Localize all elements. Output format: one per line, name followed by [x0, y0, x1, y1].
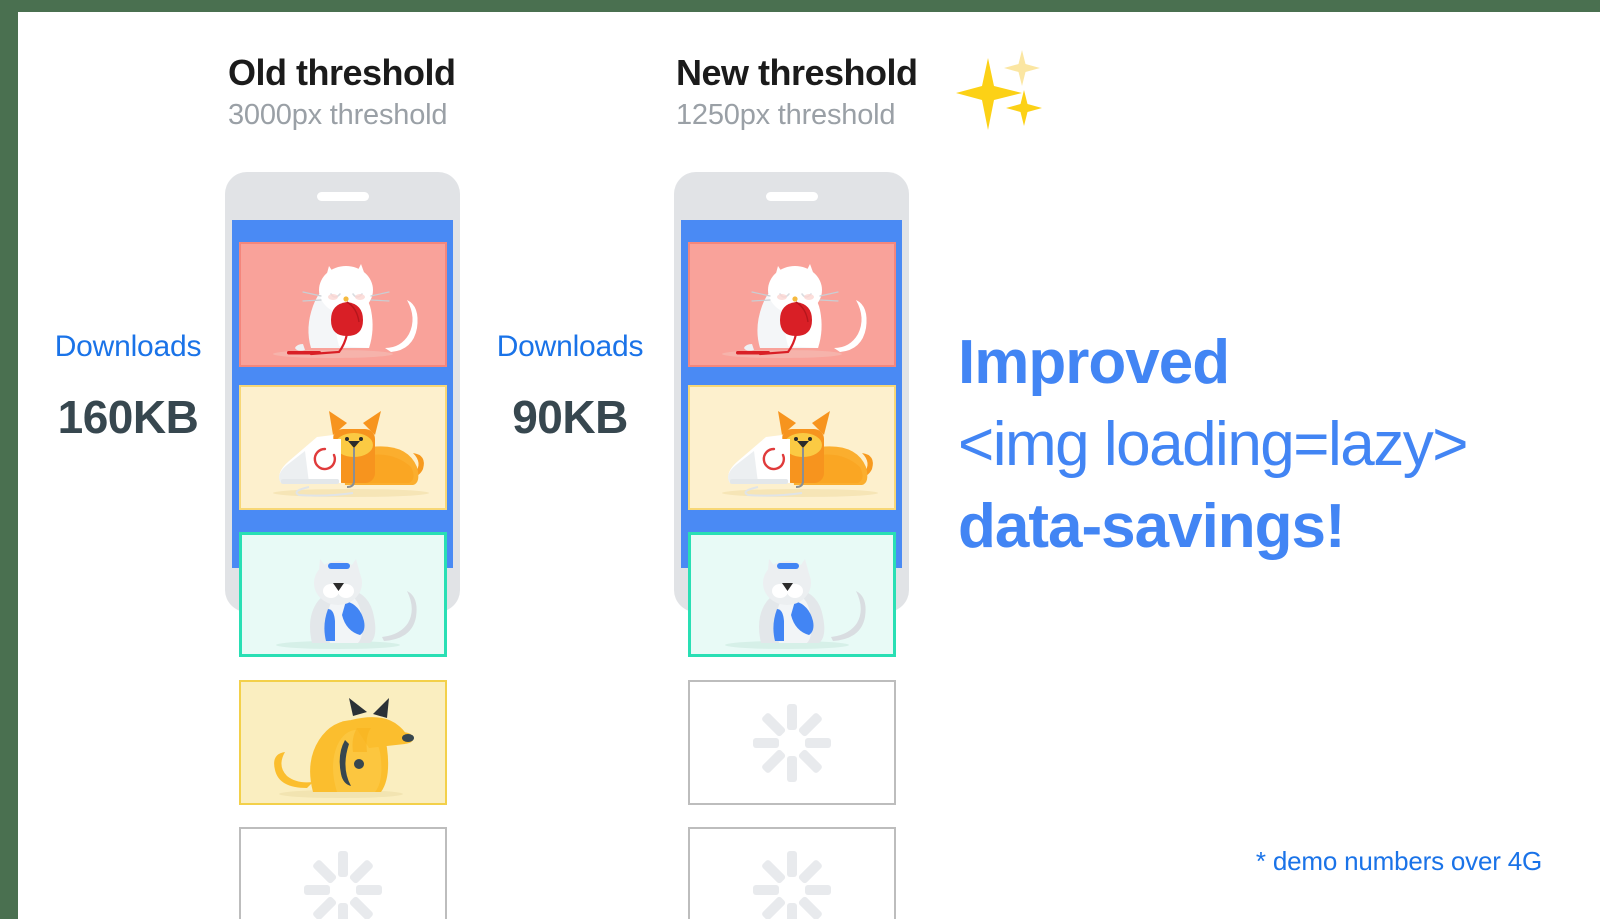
slide-outer-frame: Old threshold 3000px threshold New thres…	[0, 0, 1600, 919]
white-cat-with-red-yarn-image	[688, 242, 896, 367]
footnote-text: * demo numbers over 4G	[1255, 846, 1542, 876]
blue-white-cat-image	[239, 532, 447, 657]
slide-canvas: Old threshold 3000px threshold New thres…	[18, 12, 1600, 919]
downloads-block-new: Downloads 90KB	[470, 330, 670, 444]
headline-line-3: data-savings!	[958, 491, 1346, 561]
column-heading-old: Old threshold 3000px threshold	[228, 52, 456, 132]
downloads-value-new: 90KB	[512, 391, 628, 443]
sparkles-icon	[952, 46, 1044, 132]
yellow-dog-image	[239, 680, 447, 805]
phone-speaker-icon	[316, 192, 369, 201]
phone-speaker-icon	[765, 192, 818, 201]
column-subtitle-old: 3000px threshold	[228, 98, 448, 131]
loading-placeholder	[688, 827, 896, 919]
headline-line-1: Improved	[958, 328, 1230, 397]
loading-placeholder	[239, 827, 447, 919]
column-subtitle-new: 1250px threshold	[676, 98, 896, 131]
white-cat-with-red-yarn-image	[239, 242, 447, 367]
headline-block: Improved <img loading=lazy> data-savings…	[958, 322, 1578, 567]
column-title-old: Old threshold	[228, 52, 456, 93]
orange-cat-with-sneaker-image	[239, 385, 447, 510]
downloads-block-old: Downloads 160KB	[28, 330, 228, 444]
blue-white-cat-image	[688, 532, 896, 657]
downloads-value-old: 160KB	[57, 391, 199, 443]
column-title-new: New threshold	[676, 52, 918, 93]
downloads-label-old: Downloads	[54, 330, 202, 363]
loading-placeholder	[688, 680, 896, 805]
orange-cat-with-sneaker-image	[688, 385, 896, 510]
headline-line-2: <img loading=lazy>	[958, 409, 1468, 479]
column-heading-new: New threshold 1250px threshold	[676, 50, 1044, 132]
downloads-label-new: Downloads	[496, 330, 644, 363]
